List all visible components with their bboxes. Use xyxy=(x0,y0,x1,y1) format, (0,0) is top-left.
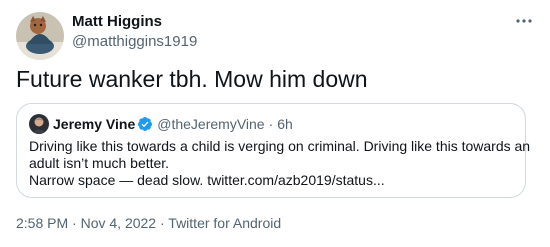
quoted-tweet-header: Jeremy Vine @theJeremyVine · 6h xyxy=(29,114,293,134)
tweet-source: Twitter for Android xyxy=(168,215,282,231)
quoted-tweet-text: Driving like this towards a child is ver… xyxy=(29,138,531,189)
quoted-text-line: adult isn’t much better. xyxy=(29,155,170,171)
quoted-author-name[interactable]: Jeremy Vine xyxy=(53,116,135,132)
separator-dot: · xyxy=(268,116,274,132)
quoted-tweet-time[interactable]: 6h xyxy=(277,116,293,132)
tweet-card: Matt Higgins @matthiggins1919 Future wan… xyxy=(0,0,550,247)
author-name[interactable]: Matt Higgins xyxy=(72,12,162,32)
tweet-timestamp[interactable]: 2:58 PM xyxy=(16,215,72,231)
quoted-tweet[interactable]: Jeremy Vine @theJeremyVine · 6h Driving … xyxy=(16,103,531,198)
tweet-text: Future wanker tbh. Mow him down xyxy=(16,66,368,92)
quoted-text-line: Driving like this towards a child is ver… xyxy=(29,138,531,154)
tweet-date[interactable]: Nov 4, 2022 xyxy=(81,215,160,231)
verified-badge-icon xyxy=(137,116,153,132)
separator-dot: · xyxy=(72,215,81,231)
author-avatar[interactable] xyxy=(16,12,64,60)
quoted-author-handle[interactable]: @theJeremyVine xyxy=(157,116,264,132)
quoted-text-line: Narrow space — dead slow. twitter.com/az… xyxy=(29,172,385,188)
quoted-author-avatar[interactable] xyxy=(29,114,49,134)
tweet-meta: 2:58 PM · Nov 4, 2022 · Twitter for Andr… xyxy=(16,214,281,232)
more-options-button[interactable] xyxy=(512,10,536,30)
more-horizontal-icon xyxy=(515,11,533,29)
author-handle[interactable]: @matthiggins1919 xyxy=(72,32,197,52)
